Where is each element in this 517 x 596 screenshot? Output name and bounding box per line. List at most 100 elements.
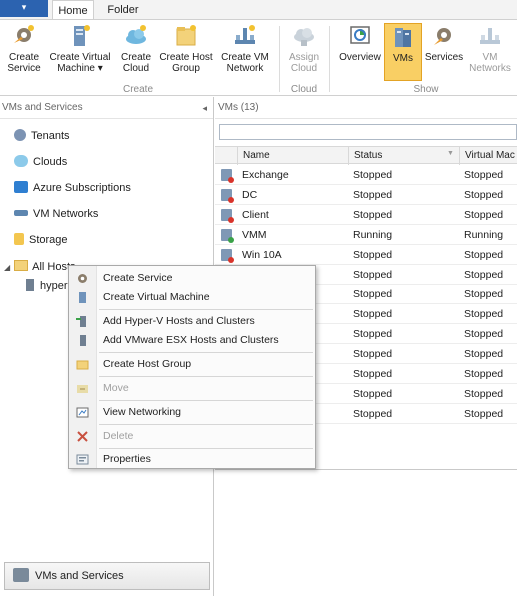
table-row[interactable]: DC Stopped Stopped <box>215 185 517 205</box>
cell-status: Stopped <box>353 188 393 201</box>
tree-node-all-hosts[interactable]: ◢ All Hosts <box>4 258 76 276</box>
menu-separator <box>99 424 313 425</box>
cloud-icon <box>14 155 28 167</box>
menu-item-label: Create Virtual Machine <box>103 291 210 303</box>
create-cloud-label: Create Cloud <box>120 52 151 74</box>
ribbon-separator <box>329 26 330 92</box>
vm-status-icon <box>221 208 234 223</box>
assign-cloud-button[interactable]: Assign Cloud <box>285 23 323 81</box>
ribbon-group-cloud: Cloud <box>290 84 318 95</box>
menu-item-label: Create Service <box>103 272 173 284</box>
vm-status-icon <box>221 169 234 183</box>
create-service-button[interactable]: Create Service <box>4 23 44 81</box>
folder-icon <box>14 260 29 271</box>
cell-name: Win 10A <box>242 248 282 261</box>
cell-virtual-machine-state: Stopped <box>464 328 504 341</box>
nav-item-label: VM Networks <box>33 208 99 220</box>
menu-separator <box>99 352 313 353</box>
overview-label: Overview <box>339 52 381 63</box>
nav-item-tenants[interactable]: Tenants <box>14 125 70 147</box>
filter-dropdown-icon[interactable]: ▼ <box>447 150 454 157</box>
cell-name: DC <box>242 188 258 201</box>
grid-bottom-border <box>215 469 517 470</box>
create-vm-button[interactable]: Create Virtual Machine ▾ <box>46 23 114 81</box>
create-host-group-button[interactable]: Create Host Group <box>157 23 215 81</box>
tree-node-host[interactable]: hyper- <box>26 277 71 295</box>
column-header-virtual-machine-state[interactable]: Virtual Mac <box>459 147 517 165</box>
cell-status: Stopped <box>353 268 393 281</box>
create-cloud-button[interactable]: Create Cloud <box>117 23 155 81</box>
azure-icon <box>14 181 28 193</box>
search-input[interactable] <box>219 124 517 140</box>
nav-item-storage[interactable]: Storage <box>14 229 68 251</box>
menu-item-create-host-group[interactable]: Create Host Group <box>69 355 315 374</box>
menu-item-label: Create Host Group <box>103 358 192 370</box>
column-header-icon[interactable] <box>215 147 237 165</box>
vm-status-icon <box>221 188 234 203</box>
create-vm-label: Create Virtual Machine ▾ <box>49 52 111 74</box>
cell-name: VMM <box>242 228 267 241</box>
workspace-button-vms-and-services[interactable]: VMs and Services <box>4 562 210 590</box>
virtual-machine-icon <box>76 291 89 304</box>
overview-button[interactable]: Overview <box>336 23 384 81</box>
nav-item-clouds[interactable]: Clouds <box>14 151 67 173</box>
cell-virtual-machine-state: Stopped <box>464 348 504 361</box>
file-menu-button[interactable]: ▾ <box>0 0 48 17</box>
vms-view-button[interactable]: VMs <box>384 23 422 81</box>
create-vm-network-label: Create VM Network <box>221 52 269 74</box>
menu-item-add-vmware-esx-hosts[interactable]: Add VMware ESX Hosts and Clusters <box>69 331 315 350</box>
cell-status: Stopped <box>353 348 393 361</box>
cell-virtual-machine-state: Stopped <box>464 188 504 201</box>
delete-x-icon <box>76 430 89 443</box>
cell-virtual-machine-state: Running <box>464 228 504 241</box>
nav-item-vm-networks[interactable]: VM Networks <box>14 203 98 225</box>
vms-and-services-icon <box>13 568 29 582</box>
menu-item-properties[interactable]: Properties <box>69 450 315 469</box>
ribbon-separator <box>279 26 280 92</box>
cell-virtual-machine-state: Stopped <box>464 407 504 420</box>
tab-home[interactable]: Home <box>52 0 94 19</box>
results-pane-header: VMs (13) <box>215 97 517 119</box>
vm-status-icon <box>221 248 234 263</box>
nav-item-azure-subscriptions[interactable]: Azure Subscriptions <box>14 177 131 199</box>
menu-item-view-networking[interactable]: View Networking <box>69 403 315 422</box>
vm-networks-view-button[interactable]: VM Networks <box>466 23 514 81</box>
table-row[interactable]: VMM Running Running <box>215 225 517 245</box>
create-service-label: Create Service <box>7 52 41 74</box>
column-header-status[interactable]: Status <box>348 147 459 165</box>
menu-item-delete[interactable]: Delete <box>69 427 315 446</box>
vm-networks-label: VM Networks <box>469 52 511 74</box>
services-gear-icon <box>431 23 457 49</box>
menu-item-label: View Networking <box>103 406 182 418</box>
menu-item-move[interactable]: Move <box>69 379 315 398</box>
tree-node-label: hyper- <box>40 280 72 292</box>
folder-icon <box>173 23 199 49</box>
cell-virtual-machine-state: Stopped <box>464 368 504 380</box>
cell-virtual-machine-state: Stopped <box>464 208 504 221</box>
table-row[interactable]: Client Stopped Stopped <box>215 205 517 225</box>
collapse-pane-icon[interactable]: ◂ <box>202 97 207 119</box>
menu-item-create-service[interactable]: Create Service <box>69 269 315 288</box>
cell-status: Stopped <box>353 387 393 400</box>
service-gear-icon <box>76 272 89 285</box>
cell-status: Stopped <box>353 328 393 341</box>
menu-item-create-virtual-machine[interactable]: Create Virtual Machine <box>69 288 315 307</box>
menu-item-label: Delete <box>103 430 134 442</box>
cell-virtual-machine-state: Stopped <box>464 169 504 181</box>
cell-name: Client <box>242 208 269 221</box>
services-view-button[interactable]: Services <box>424 23 464 81</box>
vm-status-icon <box>221 228 234 243</box>
cell-status: Stopped <box>353 288 393 301</box>
menu-item-add-hyper-v-hosts[interactable]: Add Hyper-V Hosts and Clusters <box>69 312 315 331</box>
table-row[interactable]: Win 10A Stopped Stopped <box>215 245 517 265</box>
services-label: Services <box>424 52 464 63</box>
expand-arrow-icon[interactable]: ◢ <box>4 263 10 272</box>
tab-folder[interactable]: Folder <box>100 0 146 19</box>
menu-item-label: Properties <box>103 453 151 465</box>
column-header-name[interactable]: Name <box>237 147 348 165</box>
navigation-pane-title: VMs and Services <box>2 102 83 113</box>
table-row[interactable]: Exchange Stopped Stopped <box>215 165 517 185</box>
cell-virtual-machine-state: Stopped <box>464 308 504 321</box>
create-vm-network-button[interactable]: Create VM Network <box>218 23 272 81</box>
cell-status: Stopped <box>353 208 393 221</box>
